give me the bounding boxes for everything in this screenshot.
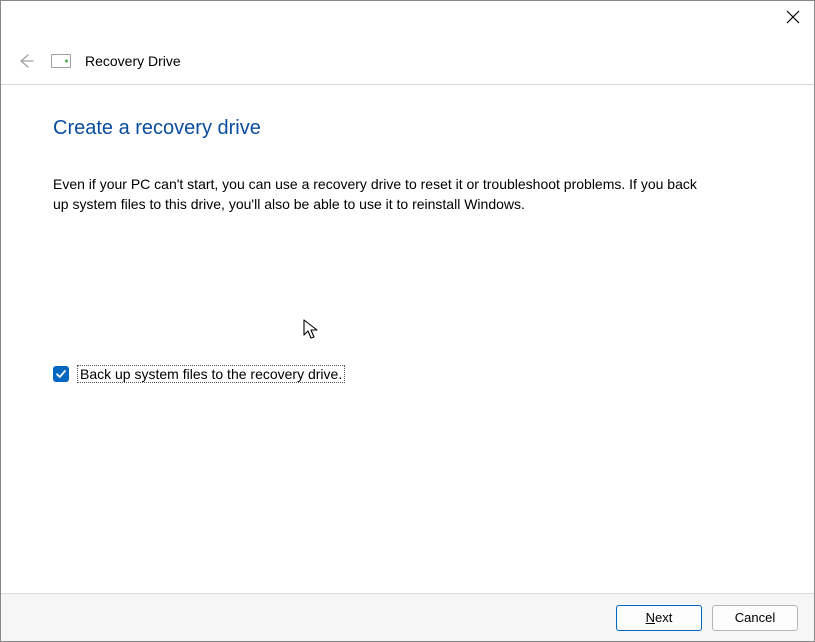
backup-checkbox-row[interactable]: Back up system files to the recovery dri… — [53, 365, 762, 383]
next-button[interactable]: Next — [616, 605, 702, 631]
next-button-label: Next — [646, 610, 673, 625]
footer: Next Cancel — [1, 593, 814, 641]
page-description: Even if your PC can't start, you can use… — [53, 174, 713, 215]
back-arrow-icon[interactable] — [15, 50, 37, 72]
cancel-button[interactable]: Cancel — [712, 605, 798, 631]
backup-checkbox-label: Back up system files to the recovery dri… — [77, 365, 345, 383]
drive-icon — [51, 54, 71, 68]
page-heading: Create a recovery drive — [53, 117, 762, 140]
close-icon[interactable] — [786, 10, 800, 28]
cancel-button-label: Cancel — [735, 610, 775, 625]
window-title: Recovery Drive — [85, 53, 181, 69]
content-area: Create a recovery drive Even if your PC … — [1, 85, 814, 383]
checkbox-icon[interactable] — [53, 366, 69, 382]
titlebar — [1, 1, 814, 37]
header: Recovery Drive — [1, 37, 814, 85]
